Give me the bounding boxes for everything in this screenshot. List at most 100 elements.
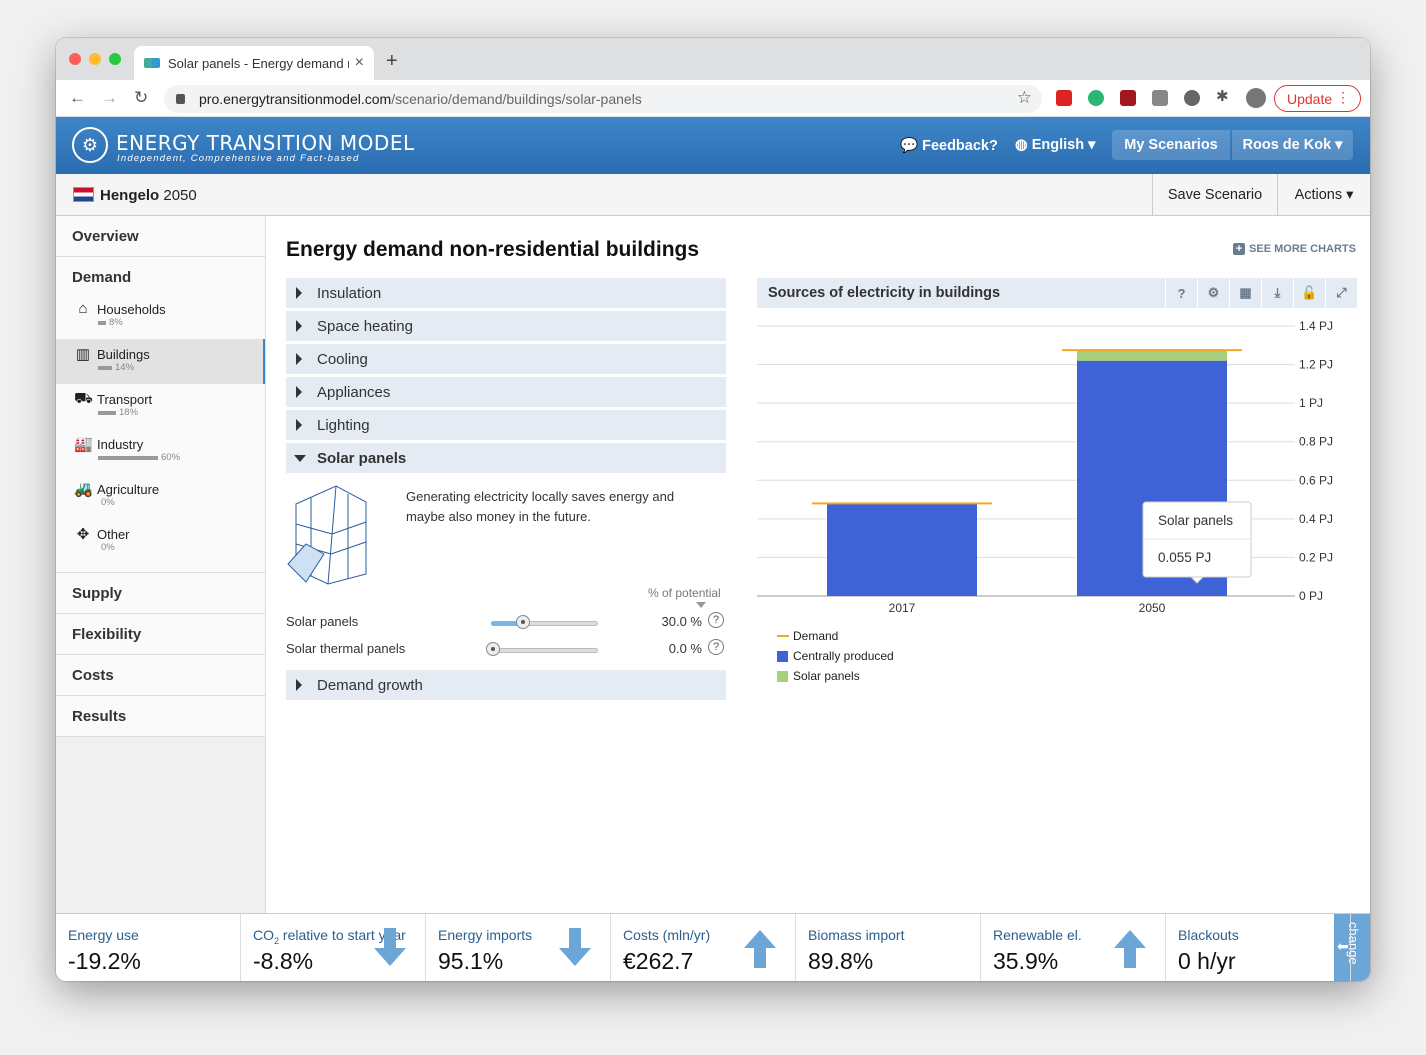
maximize-window-icon[interactable] bbox=[109, 53, 121, 65]
browser-window: Solar panels - Energy demand non-residen… bbox=[56, 38, 1370, 981]
update-button[interactable]: Update ⋮ bbox=[1274, 85, 1361, 112]
kpi-tile[interactable]: Energy use -19.2% bbox=[56, 914, 241, 981]
house-icon: ⌂ bbox=[78, 300, 88, 317]
logo-title[interactable]: ENERGY TRANSITION MODEL bbox=[116, 131, 415, 155]
reload-icon[interactable]: ↻ bbox=[134, 88, 148, 108]
slider-value[interactable]: 0.0 % bbox=[642, 641, 702, 656]
share-percent: 0% bbox=[101, 542, 115, 553]
sidebar-item-costs[interactable]: Costs bbox=[56, 655, 265, 696]
share-percent: 8% bbox=[109, 317, 123, 328]
save-scenario-label: Save Scenario bbox=[1167, 186, 1263, 203]
kpi-tile[interactable]: Renewable el. 35.9% bbox=[981, 914, 1166, 981]
expand-icon[interactable]: ⤢ bbox=[1325, 278, 1357, 308]
close-tab-icon[interactable]: × bbox=[355, 54, 364, 72]
extensions-puzzle-icon[interactable]: ✱ bbox=[1216, 87, 1232, 105]
kpi-label: Costs (mln/yr) bbox=[623, 927, 711, 943]
legend-swatch-centrally-produced bbox=[777, 651, 788, 662]
netherlands-flag-icon bbox=[73, 187, 94, 202]
sidebar-item-results[interactable]: Results bbox=[56, 696, 265, 737]
kpi-tile[interactable]: Energy imports 95.1% bbox=[426, 914, 611, 981]
triangle-right-icon bbox=[296, 287, 302, 299]
language-dropdown[interactable]: ◍ English ▾ bbox=[1015, 137, 1095, 153]
kpi-label: Energy imports bbox=[438, 927, 533, 943]
speech-bubble-icon: 💬 bbox=[900, 138, 919, 154]
sidebar-item-industry[interactable]: 🏭 Industry 60% bbox=[56, 429, 265, 474]
profile-avatar[interactable] bbox=[1246, 88, 1266, 108]
extension-box-icon[interactable] bbox=[1152, 90, 1168, 106]
table-icon[interactable]: ▦ bbox=[1229, 278, 1261, 308]
kpi-dashboard: change ⬅ Energy use -19.2% CO2 relative to… bbox=[56, 913, 1370, 981]
accordion-space-heating[interactable]: Space heating bbox=[286, 311, 726, 341]
browser-tabbar: Solar panels - Energy demand non-residen… bbox=[56, 38, 1370, 80]
accordion-label: Demand growth bbox=[317, 676, 423, 694]
triangle-right-icon bbox=[296, 419, 302, 431]
settings-icon[interactable]: ⚙ bbox=[1197, 278, 1229, 308]
question-icon[interactable]: ? bbox=[1165, 278, 1197, 308]
slider-handle[interactable] bbox=[486, 642, 500, 656]
back-icon[interactable]: ← bbox=[69, 88, 86, 108]
slider-value[interactable]: 30.0 % bbox=[642, 614, 702, 629]
feedback-link[interactable]: 💬 Feedback? bbox=[900, 137, 998, 154]
browser-tab[interactable]: Solar panels - Energy demand non-residen… bbox=[134, 46, 374, 80]
caret-down-icon: ▾ bbox=[1088, 137, 1096, 153]
sidebar: Overview Demand ⌂ Households 8% ▥ Buildings 1… bbox=[56, 216, 266, 913]
accordion-appliances[interactable]: Appliances bbox=[286, 377, 726, 407]
slider-handle[interactable] bbox=[516, 615, 531, 629]
kpi-label: Renewable el. bbox=[993, 927, 1082, 943]
extension-circle-icon[interactable] bbox=[1184, 90, 1200, 106]
slider-label: Solar panels bbox=[286, 614, 359, 629]
extension-cup-icon[interactable] bbox=[1088, 90, 1104, 106]
sidebar-item-supply[interactable]: Supply bbox=[56, 573, 265, 614]
kpi-tile[interactable]: Blackouts 0 h/yr bbox=[1166, 914, 1351, 981]
see-more-charts-link[interactable]: + SEE MORE CHARTS bbox=[1233, 243, 1356, 255]
sidebar-item-label: Transport bbox=[97, 392, 153, 407]
bookmark-star-icon[interactable]: ☆ bbox=[1017, 88, 1032, 108]
question-icon[interactable]: ? bbox=[708, 612, 724, 628]
accordion-lighting[interactable]: Lighting bbox=[286, 410, 726, 440]
accordion-demand-growth[interactable]: Demand growth bbox=[286, 670, 726, 700]
caret-down-icon: ▾ bbox=[1342, 186, 1354, 203]
unlock-icon[interactable]: 🔓 bbox=[1293, 278, 1325, 308]
extension-calendar-icon[interactable] bbox=[1056, 90, 1072, 106]
new-tab-icon[interactable]: + bbox=[386, 50, 398, 73]
url-field[interactable]: pro.energytransitionmodel.com/scenario/d… bbox=[164, 85, 1042, 113]
url-host: pro.energytransitionmodel.com bbox=[199, 91, 392, 107]
slider-row-solar-panels: Solar panels 30.0 %? bbox=[286, 610, 726, 634]
kpi-tile[interactable]: Costs (mln/yr) €262.7 bbox=[611, 914, 796, 981]
sidebar-item-agriculture[interactable]: 🚜 Agriculture 0% bbox=[56, 474, 265, 519]
chart-header: Sources of electricity in buildings ? ⚙ … bbox=[757, 278, 1357, 308]
close-window-icon[interactable] bbox=[69, 53, 81, 65]
share-bar bbox=[98, 411, 116, 415]
url-path: /scenario/demand/buildings/solar-panels bbox=[391, 91, 642, 107]
see-more-label: SEE MORE CHARTS bbox=[1249, 243, 1356, 255]
sidebar-item-flexibility[interactable]: Flexibility bbox=[56, 614, 265, 655]
my-scenarios-button[interactable]: My Scenarios bbox=[1112, 130, 1230, 160]
user-menu-button[interactable]: Roos de Kok ▾ bbox=[1232, 130, 1353, 160]
accordion-solar-panels[interactable]: Solar panels bbox=[286, 443, 726, 473]
kpi-tile[interactable]: CO2 relative to start year -8.8% bbox=[241, 914, 426, 981]
accordion-insulation[interactable]: Insulation bbox=[286, 278, 726, 308]
question-icon[interactable]: ? bbox=[708, 639, 724, 655]
legend-label: Demand bbox=[793, 629, 838, 643]
sidebar-item-transport[interactable]: ⛟ Transport 18% bbox=[56, 384, 265, 429]
sidebar-item-overview[interactable]: Overview bbox=[56, 216, 265, 257]
slider-row-solar-thermal-panels: Solar thermal panels 0.0 %? bbox=[286, 637, 726, 661]
sidebar-item-demand[interactable]: Demand bbox=[56, 257, 265, 294]
extension-shield-icon[interactable] bbox=[1120, 90, 1136, 106]
download-icon[interactable]: ⤓ bbox=[1261, 278, 1293, 308]
forward-icon[interactable]: → bbox=[101, 88, 118, 108]
actions-dropdown[interactable]: Actions ▾ bbox=[1277, 174, 1370, 215]
triangle-right-icon bbox=[296, 386, 302, 398]
sidebar-item-buildings[interactable]: ▥ Buildings 14% bbox=[56, 339, 265, 384]
kpi-label: Energy use bbox=[68, 927, 139, 943]
kpi-label: Blackouts bbox=[1178, 927, 1239, 943]
accordion-cooling[interactable]: Cooling bbox=[286, 344, 726, 374]
save-scenario-button[interactable]: Save Scenario bbox=[1152, 174, 1277, 215]
logo-gears-icon[interactable]: ⚙ bbox=[72, 127, 108, 163]
sidebar-item-households[interactable]: ⌂ Households 8% bbox=[56, 294, 265, 339]
sidebar-item-other[interactable]: ✥ Other 0% bbox=[56, 519, 265, 564]
share-bar bbox=[98, 366, 112, 370]
minimize-window-icon[interactable] bbox=[89, 53, 101, 65]
slider-track[interactable] bbox=[491, 648, 598, 653]
kpi-tile[interactable]: Biomass import 89.8% bbox=[796, 914, 981, 981]
